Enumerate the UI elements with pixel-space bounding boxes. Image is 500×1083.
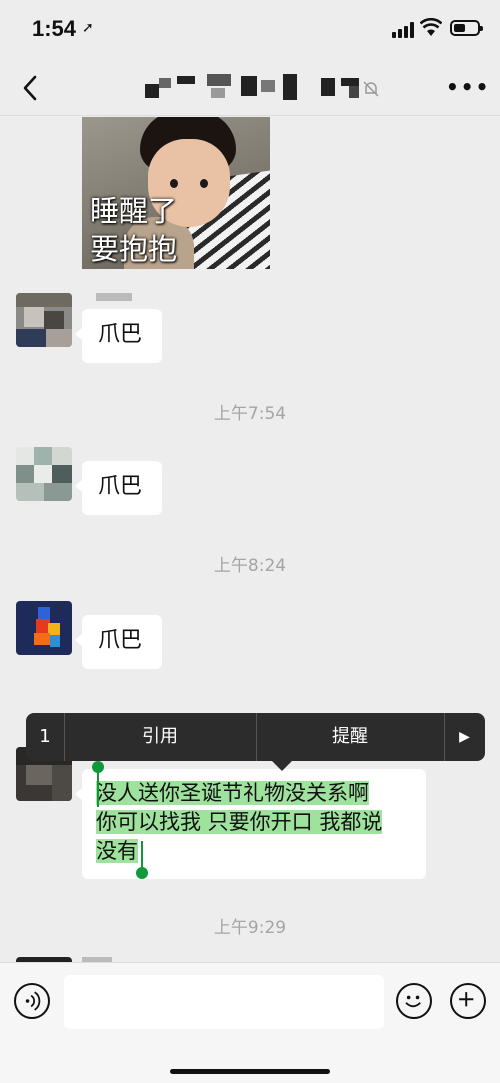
context-menu-partial-item[interactable]: 1 [26,713,64,761]
location-arrow-icon: ➚ [82,20,94,36]
sticker-caption-line2: 要抱抱 [90,232,178,266]
selection-start-cursor [97,771,99,807]
chat-area[interactable]: 睡醒了 要抱抱 爪巴 上午7:54 爪巴 上午8:24 爪巴 没人送你圣诞节礼物… [0,117,500,962]
avatar[interactable] [16,601,72,655]
selected-line: 没有 [96,839,138,863]
message-text: 爪巴 [98,474,143,499]
avatar[interactable] [16,293,72,347]
sender-name-pixelated [96,293,132,301]
chevron-left-icon[interactable] [16,72,44,104]
selected-message-text[interactable]: 没人送你圣诞节礼物没关系啊 你可以找我 只要你开口 我都说 没有 [96,779,414,866]
message-bubble[interactable]: 爪巴 [75,309,162,363]
next-arrow-icon[interactable]: ▶ [444,713,485,761]
timestamp: 上午9:29 [213,918,287,938]
message-input[interactable] [64,975,384,1029]
status-bar: 1:54 ➚ [0,0,500,60]
message-text: 爪巴 [98,322,143,347]
input-bar [0,962,500,1083]
context-menu-pointer [272,761,292,771]
signal-icon [392,22,414,38]
selected-message-bubble[interactable]: 没人送你圣诞节礼物没关系啊 你可以找我 只要你开口 我都说 没有 [75,761,426,879]
message-bubble[interactable]: 爪巴 [75,615,162,669]
timestamp: 上午7:54 [213,404,287,424]
message-bubble[interactable]: 爪巴 [75,461,162,515]
chat-title-pixelated [145,74,375,104]
selected-line: 你可以找我 只要你开口 我都说 [96,810,383,834]
wifi-icon [420,18,442,36]
voice-icon[interactable] [14,983,50,1019]
nav-bar: ••• [0,60,500,116]
more-dots-icon[interactable]: ••• [446,77,490,97]
sticker-image[interactable]: 睡醒了 要抱抱 [82,117,270,269]
emoji-icon[interactable] [396,983,432,1019]
selection-end-handle[interactable] [136,867,148,879]
sticker-caption-line1: 睡醒了 [90,194,178,228]
battery-icon [450,20,483,36]
plus-icon[interactable] [450,983,486,1019]
quote-button[interactable]: 引用 [64,713,256,761]
context-menu: 1 引用 提醒 ▶ [26,713,485,771]
timestamp: 上午8:24 [213,556,287,576]
selected-line: 没人送你圣诞节礼物没关系啊 [96,781,369,805]
avatar[interactable] [16,447,72,501]
home-indicator [170,1069,330,1074]
bell-muted-icon [363,81,379,97]
status-time: 1:54 [32,16,77,41]
remind-button[interactable]: 提醒 [256,713,444,761]
message-text: 爪巴 [98,628,143,653]
